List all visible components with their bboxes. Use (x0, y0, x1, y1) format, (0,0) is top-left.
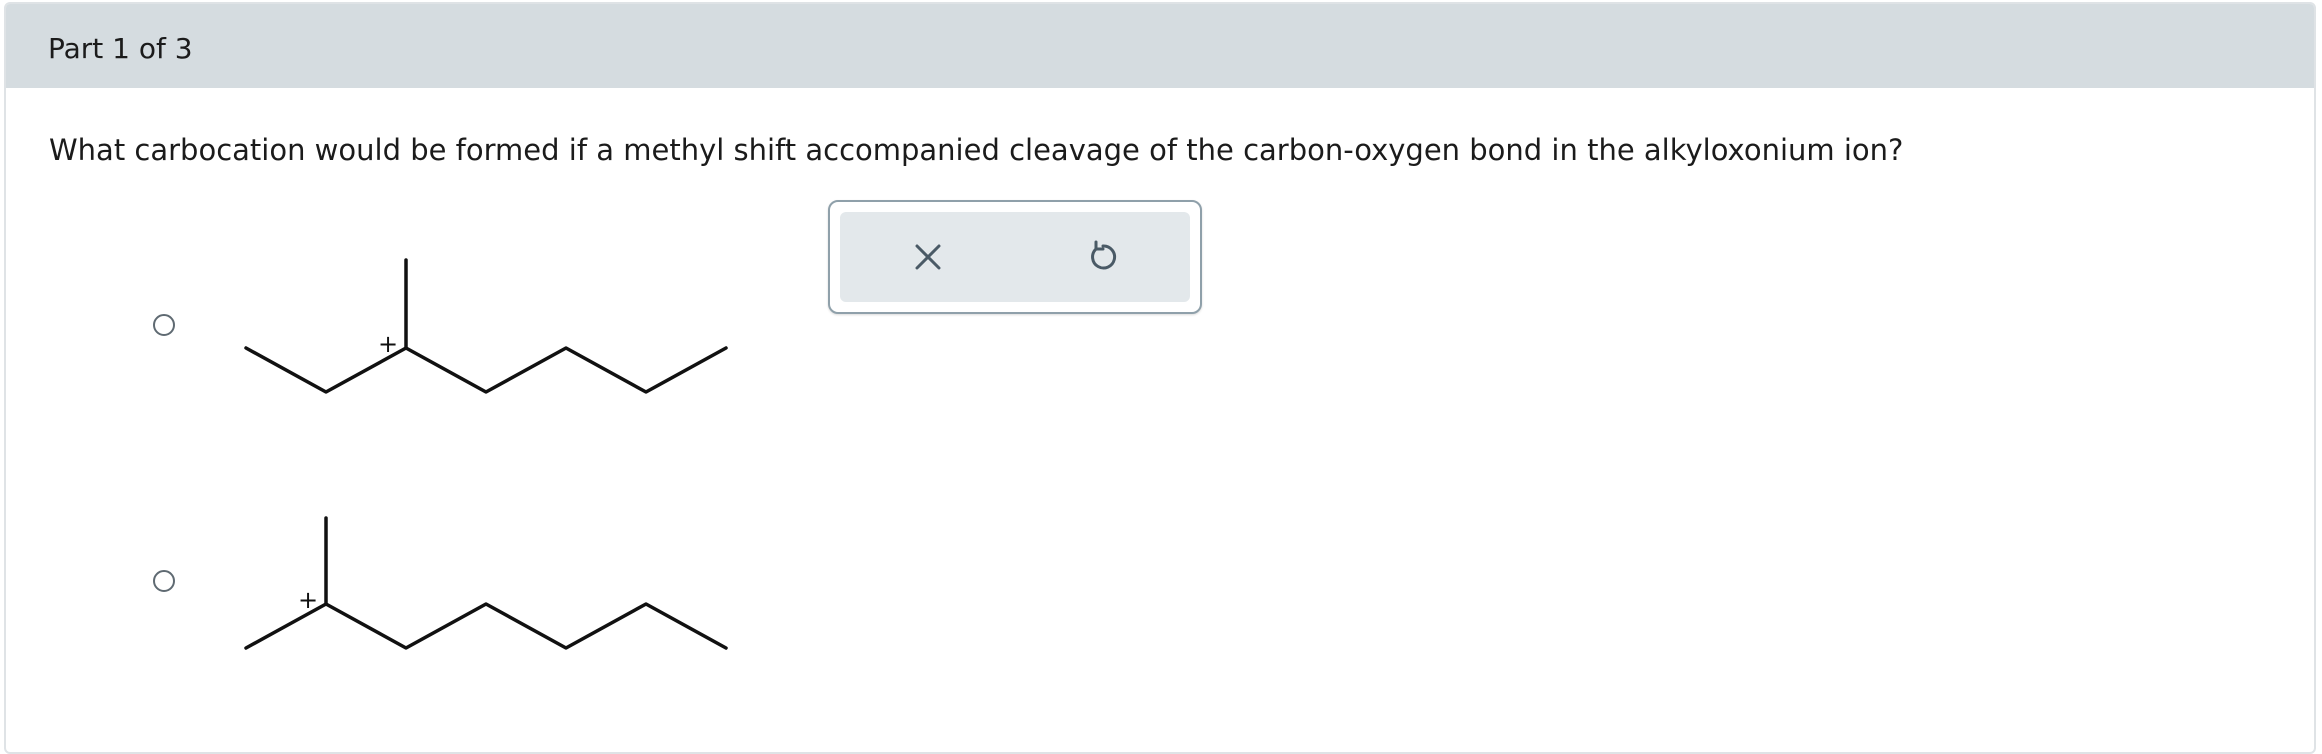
reset-button[interactable] (1015, 212, 1190, 302)
toolbar-inner (840, 212, 1190, 302)
option-b-radio[interactable] (153, 570, 175, 592)
clear-button[interactable] (840, 212, 1015, 302)
question-text: What carbocation would be formed if a me… (49, 133, 1904, 167)
option-b-structure[interactable]: + (226, 504, 746, 674)
option-a-radio[interactable] (153, 314, 175, 336)
option-a-skeleton (244, 346, 728, 394)
option-a-structure[interactable]: + (226, 244, 746, 414)
option-b-charge: + (298, 586, 318, 614)
question-card: Part 1 of 3 What carbocation would be fo… (4, 2, 2316, 754)
close-icon (915, 244, 940, 270)
part-title: Part 1 of 3 (48, 32, 193, 65)
answer-toolbar (828, 200, 1202, 314)
undo-icon (1090, 240, 1116, 270)
option-a-charge: + (378, 330, 398, 358)
card-header: Part 1 of 3 (6, 4, 2314, 88)
